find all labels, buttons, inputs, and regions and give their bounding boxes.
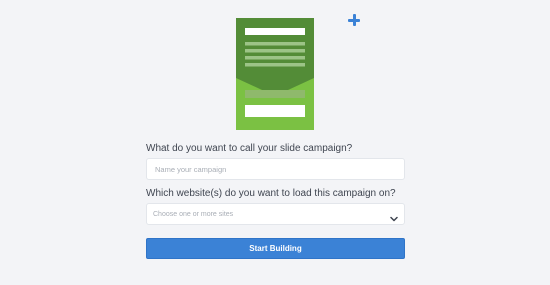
campaign-name-input[interactable] xyxy=(146,158,405,180)
slide-campaign-illustration xyxy=(236,18,314,130)
chevron-down-icon xyxy=(390,210,398,222)
start-building-button[interactable]: Start Building xyxy=(146,238,405,259)
sites-placeholder: Choose one or more sites xyxy=(153,210,234,218)
plus-icon xyxy=(348,14,360,26)
campaign-name-label: What do you want to call your slide camp… xyxy=(146,143,353,154)
sites-label: Which website(s) do you want to load thi… xyxy=(146,188,396,199)
sites-select[interactable]: Choose one or more sites xyxy=(146,203,405,225)
